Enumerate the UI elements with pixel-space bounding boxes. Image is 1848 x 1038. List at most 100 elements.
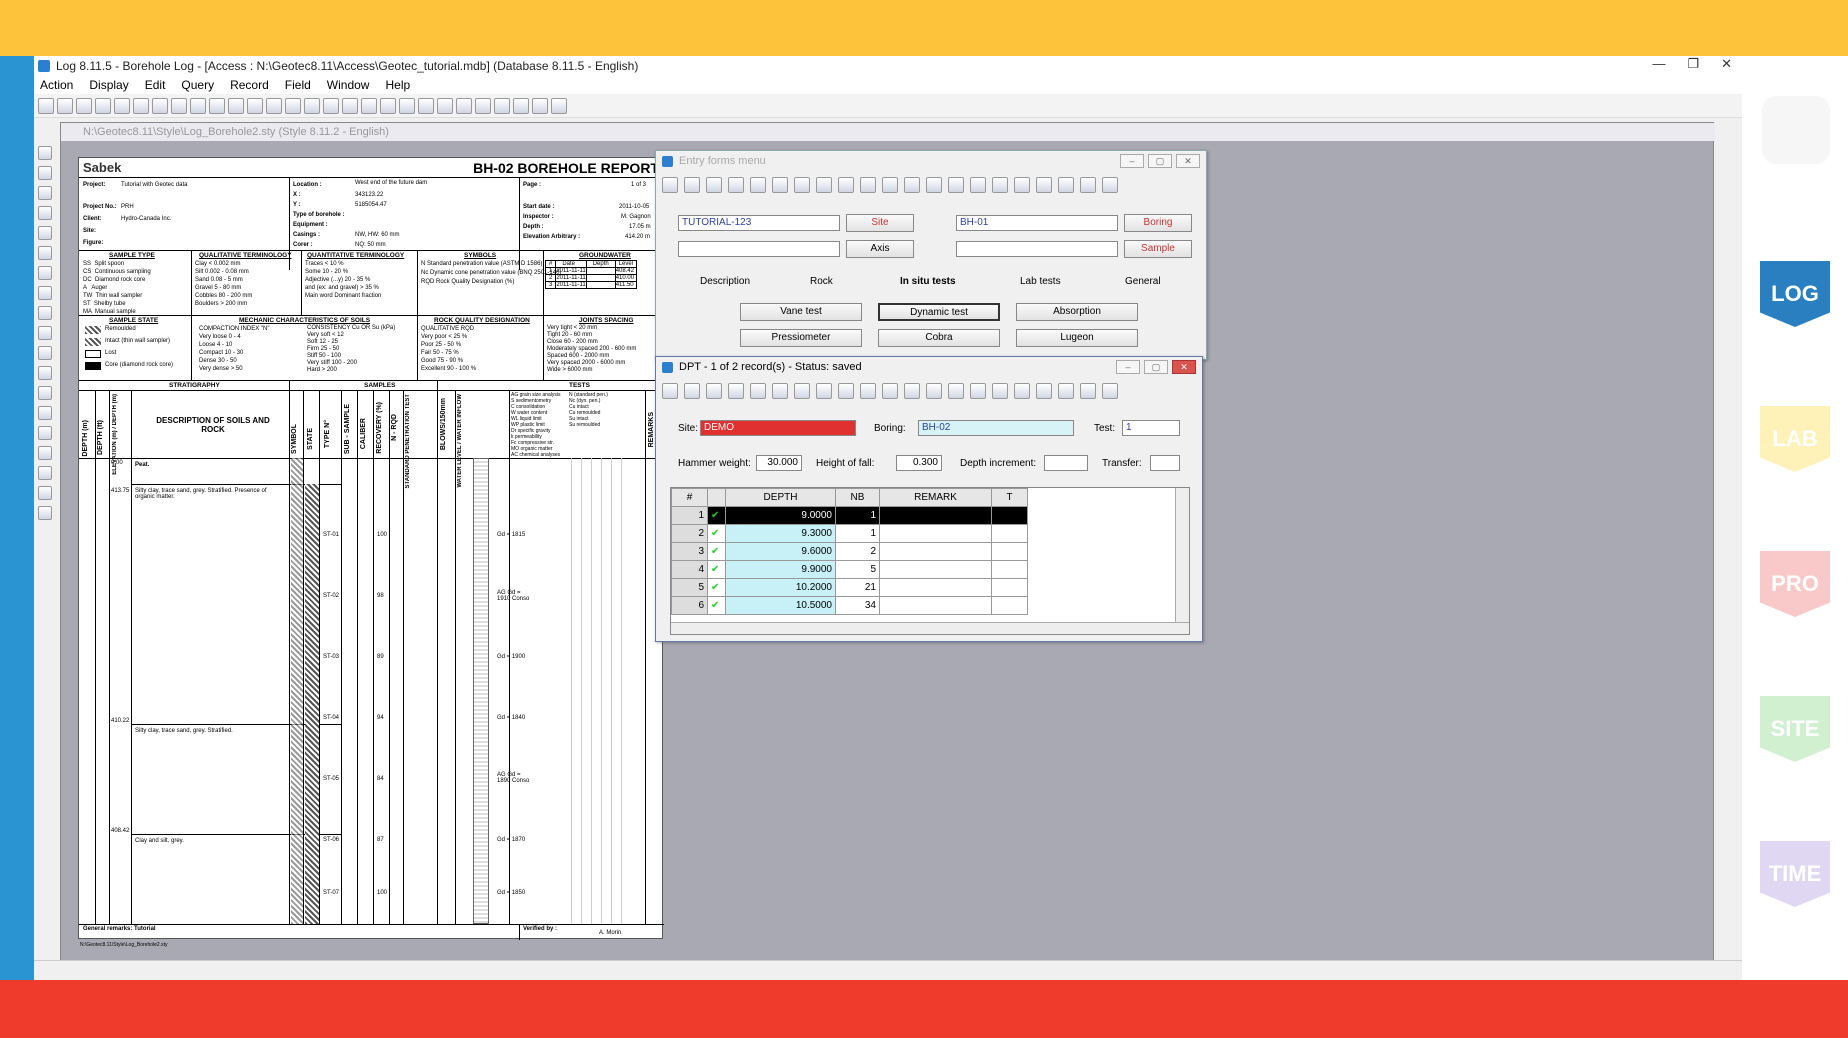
- exit-icon[interactable]: [551, 97, 567, 114]
- cell-nb[interactable]: 1: [835, 524, 880, 543]
- entry-prev-icon[interactable]: [860, 177, 876, 193]
- dpt-max-button[interactable]: ▢: [1144, 360, 1168, 374]
- entry-last-icon[interactable]: [926, 177, 942, 193]
- diamond-icon[interactable]: [38, 446, 52, 460]
- entry-b-icon[interactable]: [1036, 177, 1052, 193]
- project-field-2[interactable]: [678, 241, 840, 257]
- open-file-icon[interactable]: [38, 146, 52, 160]
- export-icon[interactable]: [456, 97, 472, 114]
- entry-min-button[interactable]: –: [1120, 154, 1144, 168]
- graph-icon[interactable]: [190, 97, 206, 114]
- open-icon[interactable]: [38, 97, 54, 114]
- entry-paste-icon[interactable]: [794, 177, 810, 193]
- entry-save-icon[interactable]: [662, 177, 678, 193]
- dpt-boring-field[interactable]: BH-02: [918, 420, 1074, 436]
- dpt-min-button[interactable]: –: [1116, 360, 1140, 374]
- rows-icon[interactable]: [38, 206, 52, 220]
- palette-icon[interactable]: [38, 486, 52, 500]
- side-time[interactable]: TIME: [1760, 841, 1830, 907]
- side-site[interactable]: SITE: [1760, 696, 1830, 762]
- chart-icon[interactable]: [114, 97, 130, 114]
- dpt-link-icon[interactable]: [992, 383, 1008, 399]
- cell-t[interactable]: [991, 506, 1028, 525]
- settings-icon[interactable]: [513, 97, 529, 114]
- table-row[interactable]: 3 ✔ 9.6000 2: [671, 542, 1028, 561]
- tab-insitu[interactable]: In situ tests: [900, 275, 956, 289]
- cell-remark[interactable]: [879, 524, 992, 543]
- dynamic-test-button[interactable]: Dynamic test: [878, 303, 1000, 321]
- dpt-c-icon[interactable]: [1058, 383, 1074, 399]
- goto-record-icon[interactable]: [285, 97, 301, 114]
- cell-depth[interactable]: 9.9000: [725, 560, 836, 579]
- form-icon[interactable]: [171, 97, 187, 114]
- tools-icon[interactable]: [532, 97, 548, 114]
- entry-next-icon[interactable]: [904, 177, 920, 193]
- box-icon[interactable]: [38, 366, 52, 380]
- dpt-add-icon[interactable]: [948, 383, 964, 399]
- dpt-goto-icon[interactable]: [882, 383, 898, 399]
- frame-icon[interactable]: [38, 286, 52, 300]
- select-icon[interactable]: [38, 266, 52, 280]
- entry-c-icon[interactable]: [1058, 177, 1074, 193]
- dpt-horizontal-scrollbar[interactable]: [671, 622, 1189, 634]
- entry-view2-icon[interactable]: [728, 177, 744, 193]
- axis-icon[interactable]: [38, 426, 52, 440]
- print-icon[interactable]: [76, 97, 92, 114]
- filter-icon[interactable]: [209, 97, 225, 114]
- report-icon[interactable]: [494, 97, 510, 114]
- cell-t[interactable]: [991, 596, 1028, 615]
- zoom-area-icon[interactable]: [38, 246, 52, 260]
- zoom-icon[interactable]: [38, 226, 52, 240]
- sql-icon[interactable]: [437, 97, 453, 114]
- dpt-help-icon[interactable]: [1102, 383, 1118, 399]
- cell-t[interactable]: [991, 560, 1028, 579]
- increment-field[interactable]: [1044, 455, 1088, 471]
- entry-copy-icon[interactable]: [772, 177, 788, 193]
- dpt-last-icon[interactable]: [926, 383, 942, 399]
- cell-depth[interactable]: 9.3000: [725, 524, 836, 543]
- dpt-refresh-icon[interactable]: [684, 383, 700, 399]
- col-depth[interactable]: DEPTH: [725, 488, 836, 507]
- dpt-close-button[interactable]: ✕: [1172, 360, 1196, 374]
- dpt-vertical-scrollbar[interactable]: [1175, 488, 1189, 622]
- dpt-delete-icon[interactable]: [816, 383, 832, 399]
- dpt-a-icon[interactable]: [1014, 383, 1030, 399]
- side-pro[interactable]: PRO: [1760, 551, 1830, 617]
- restore-button[interactable]: ❐: [1687, 56, 1699, 72]
- entry-view3-icon[interactable]: [750, 177, 766, 193]
- cylinder-icon[interactable]: [399, 97, 415, 114]
- entry-remove-icon[interactable]: [970, 177, 986, 193]
- cell-nb[interactable]: 5: [835, 560, 880, 579]
- menu-record[interactable]: Record: [230, 78, 269, 92]
- entry-delete-icon[interactable]: [816, 177, 832, 193]
- next-record-icon[interactable]: [304, 97, 320, 114]
- cell-nb[interactable]: 21: [835, 578, 880, 597]
- vec-icon[interactable]: [38, 506, 52, 520]
- menu-help[interactable]: Help: [385, 78, 410, 92]
- resize-icon[interactable]: [38, 326, 52, 340]
- table-row[interactable]: 4 ✔ 9.9000 5: [671, 560, 1028, 579]
- col-remark[interactable]: REMARK: [879, 488, 992, 507]
- cell-remark[interactable]: [879, 560, 992, 579]
- cell-t[interactable]: [991, 524, 1028, 543]
- menu-display[interactable]: Display: [89, 78, 128, 92]
- refresh-icon[interactable]: [95, 97, 111, 114]
- axis-button[interactable]: Axis: [846, 240, 914, 258]
- dpt-first-icon[interactable]: [838, 383, 854, 399]
- side-log[interactable]: LOG: [1760, 261, 1830, 327]
- cell-t[interactable]: [991, 542, 1028, 561]
- legend-icon[interactable]: [380, 97, 396, 114]
- table-grid-icon[interactable]: [38, 466, 52, 480]
- entry-link-icon[interactable]: [992, 177, 1008, 193]
- first-record-icon[interactable]: [247, 97, 263, 114]
- cell-remark[interactable]: [879, 578, 992, 597]
- cell-t[interactable]: [991, 578, 1028, 597]
- dpt-remove-icon[interactable]: [970, 383, 986, 399]
- cell-depth[interactable]: 9.0000: [725, 506, 836, 525]
- sample-button[interactable]: Sample: [1124, 240, 1192, 258]
- menu-query[interactable]: Query: [181, 78, 214, 92]
- hammer-field[interactable]: 30.000: [756, 455, 802, 471]
- cell-remark[interactable]: [879, 542, 992, 561]
- move-icon[interactable]: [38, 306, 52, 320]
- sample-field[interactable]: [956, 241, 1118, 257]
